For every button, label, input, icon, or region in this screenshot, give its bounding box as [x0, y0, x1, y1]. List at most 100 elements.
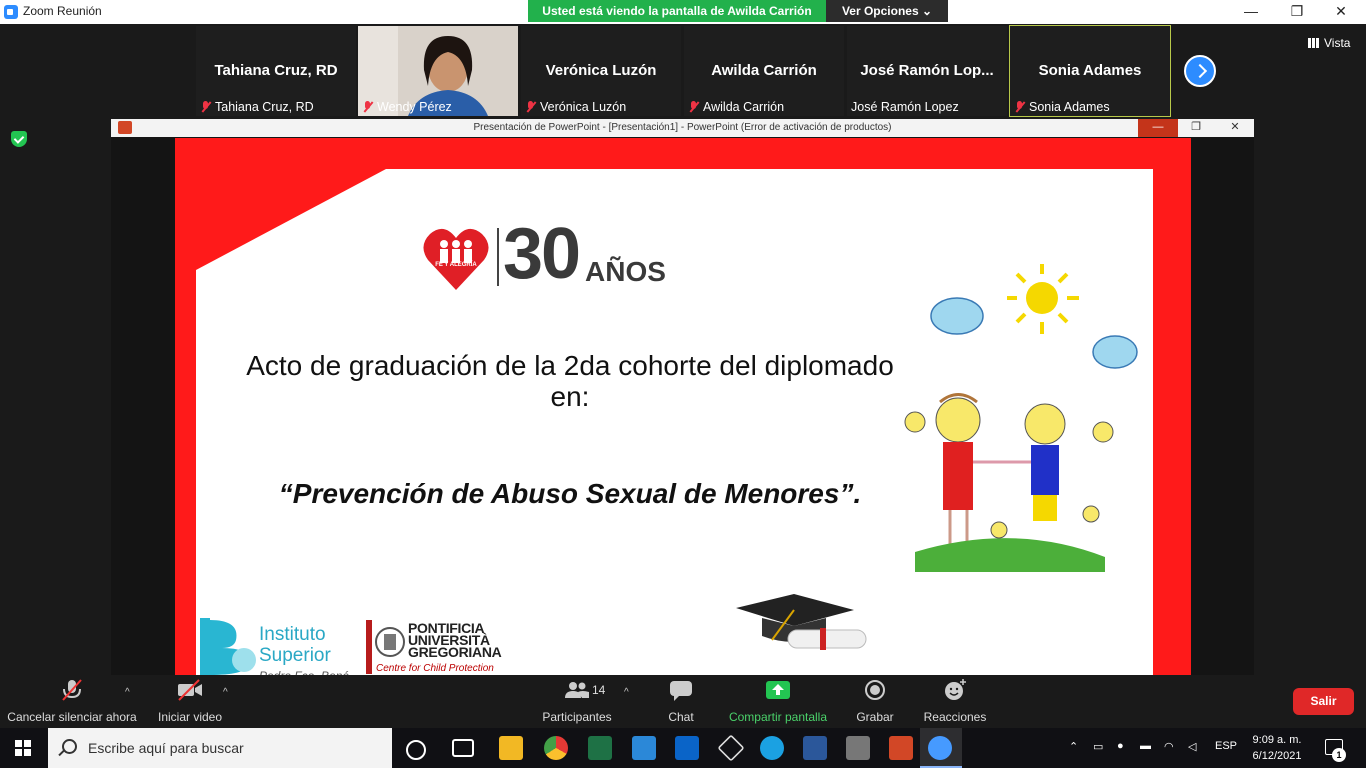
meet-now-icon[interactable]: ▭ [1093, 740, 1103, 753]
video-off-icon [178, 679, 202, 701]
reactions-label: Reacciones [923, 710, 987, 724]
participant-name: Tahiana Cruz, RD [214, 62, 338, 79]
share-screen-label: Compartir pantalla [728, 710, 828, 724]
microphone-icon[interactable]: ● [1117, 740, 1124, 752]
participant-video-tile[interactable]: Wendy Pérez [358, 26, 518, 116]
logo-suffix: AÑOS [585, 256, 666, 287]
view-button[interactable]: Vista [1308, 36, 1350, 50]
participant-label: Tahiana Cruz, RD [215, 100, 314, 114]
pug-subtitle: Centre for Child Protection [376, 663, 494, 674]
ppt-minimize-button[interactable]: — [1138, 119, 1178, 137]
view-label: Vista [1324, 36, 1351, 50]
participant-name: José Ramón Lop... [860, 62, 994, 79]
chat-button[interactable]: Chat [660, 679, 702, 724]
participant-name: Awilda Carrión [711, 62, 817, 79]
unmute-button[interactable]: Cancelar silenciar ahora [6, 679, 138, 724]
chrome-icon[interactable] [544, 736, 568, 760]
ppt-window-title: Presentación de PowerPoint - [Presentaci… [473, 122, 892, 133]
ppt-close-button[interactable]: ✕ [1215, 119, 1255, 137]
next-page-arrow-icon[interactable] [1184, 55, 1216, 87]
view-options-button[interactable]: Ver Opciones ⌄ [826, 0, 948, 22]
zoom-app-icon [4, 5, 18, 19]
leave-meeting-button[interactable]: Salir [1293, 688, 1354, 715]
wifi-icon[interactable]: ◠ [1164, 740, 1174, 753]
language-indicator[interactable]: ESP [1215, 740, 1237, 752]
search-placeholder: Escribe aquí para buscar [88, 740, 244, 756]
taskbar-search-input[interactable]: Escribe aquí para buscar [48, 728, 392, 768]
word-icon[interactable] [803, 736, 827, 760]
participant-tile-active-speaker[interactable]: Sonia Adames Sonia Adames [1009, 25, 1171, 117]
zoom-taskbar-active-indicator [920, 728, 962, 768]
mic-muted-icon [200, 101, 212, 113]
mic-muted-icon [1014, 101, 1026, 113]
participants-icon [565, 682, 589, 698]
reactions-icon [945, 679, 966, 700]
minimize-button[interactable]: — [1228, 0, 1274, 24]
instituto-superior-logo [200, 618, 256, 675]
participant-label: Sonia Adames [1029, 100, 1110, 114]
participant-label: José Ramón Lopez [851, 100, 959, 114]
security-shield-icon[interactable] [11, 131, 27, 147]
file-explorer-icon[interactable] [499, 736, 523, 760]
reactions-button[interactable]: Reacciones [920, 679, 990, 724]
logo-divider [497, 228, 499, 286]
chat-label: Chat [668, 710, 694, 724]
mic-muted-icon [525, 101, 537, 113]
window-title: Zoom Reunión [23, 4, 102, 18]
powerpoint-taskbar-icon[interactable] [889, 736, 913, 760]
chevron-up-icon[interactable]: ^ [223, 687, 228, 698]
excel-icon[interactable] [588, 736, 612, 760]
start-video-button[interactable]: Iniciar video [154, 679, 226, 724]
start-video-label: Iniciar video [157, 710, 223, 724]
calculator-icon[interactable] [846, 736, 870, 760]
participants-count: 14 [592, 683, 606, 697]
close-button[interactable]: ✕ [1318, 0, 1364, 24]
participant-label: Wendy Pérez [377, 100, 452, 114]
participants-label: Participantes [542, 710, 612, 724]
mic-muted-icon [362, 101, 374, 113]
cortana-icon[interactable] [406, 740, 426, 760]
children-drawing-illustration [904, 264, 1138, 572]
record-button[interactable]: Grabar [852, 679, 898, 724]
store-icon[interactable] [632, 736, 656, 760]
mic-muted-icon [688, 101, 700, 113]
view-options-label: Ver Opciones [841, 4, 919, 18]
share-screen-button[interactable]: Compartir pantalla [724, 679, 832, 724]
restore-button[interactable]: ❐ [1274, 0, 1320, 24]
clock-date: 6/12/2021 [1252, 750, 1302, 762]
edge-icon[interactable] [760, 736, 784, 760]
logo-brand-text: FE Y ALEGRÍA [435, 262, 477, 268]
volume-icon[interactable]: ◁ [1188, 740, 1196, 753]
inst-line1: Instituto [259, 624, 326, 645]
clock-time: 9:09 a. m. [1252, 734, 1302, 746]
participant-tile[interactable]: Tahiana Cruz, RD Tahiana Cruz, RD [196, 26, 356, 116]
inst-line2: Superior [259, 645, 331, 666]
participant-tile[interactable]: José Ramón Lop... José Ramón Lopez [847, 26, 1007, 116]
mic-muted-icon [62, 679, 82, 701]
slide-subtitle: “Prevención de Abuso Sexual de Menores”. [278, 478, 862, 509]
share-screen-icon [766, 681, 790, 699]
chevron-up-icon[interactable]: ⌃ [1069, 740, 1078, 753]
mail-icon[interactable] [675, 736, 699, 760]
slide-corner-decoration [196, 169, 386, 270]
chevron-up-icon[interactable]: ^ [624, 687, 629, 698]
pug-line3: GREGORIANA [408, 644, 502, 660]
graduation-cap-icon [736, 594, 867, 650]
chevron-up-icon[interactable]: ^ [125, 687, 130, 698]
ppt-restore-button[interactable]: ❐ [1176, 119, 1216, 137]
participant-tile[interactable]: Awilda Carrión Awilda Carrión [684, 26, 844, 116]
chevron-down-icon: ⌄ [921, 4, 933, 18]
unmute-label: Cancelar silenciar ahora [7, 710, 137, 724]
taskbar-clock[interactable]: 9:09 a. m. 6/12/2021 [1244, 732, 1310, 764]
windows-start-icon[interactable] [15, 740, 31, 756]
share-banner: Usted está viendo la pantalla de Awilda … [528, 0, 826, 22]
task-view-icon[interactable] [452, 739, 474, 757]
record-icon [865, 680, 885, 700]
gallery-view-icon [1308, 38, 1319, 48]
battery-icon[interactable]: ▬ [1140, 740, 1151, 752]
fe-y-alegria-heart-logo [423, 228, 489, 290]
participant-tile[interactable]: Verónica Luzón Verónica Luzón [521, 26, 681, 116]
participant-name: Sonia Adames [1038, 62, 1142, 79]
slide-title: Acto de graduación de la 2da cohorte del… [246, 350, 894, 412]
record-label: Grabar [856, 710, 894, 724]
